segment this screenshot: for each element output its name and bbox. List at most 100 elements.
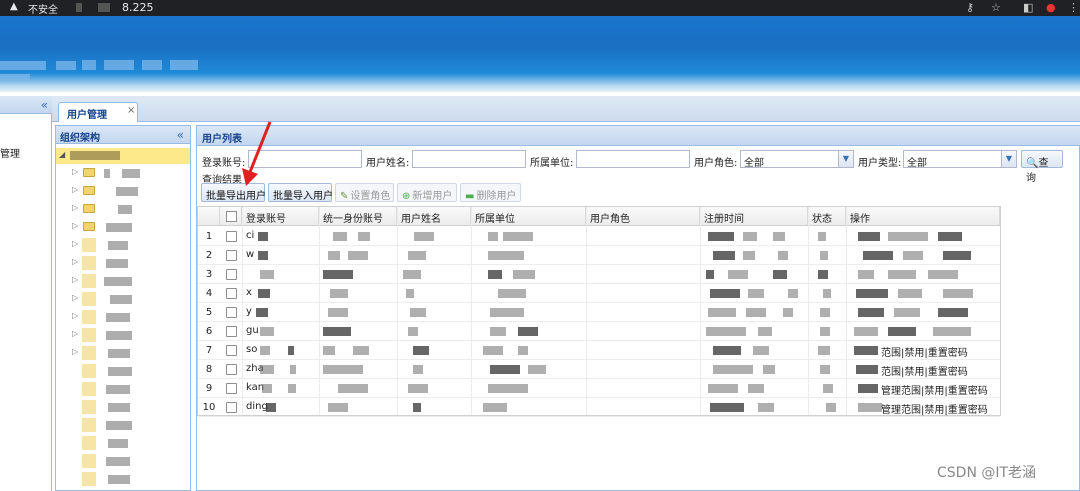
- tree-node[interactable]: [56, 362, 190, 380]
- chevron-down-icon[interactable]: ▼: [838, 151, 853, 167]
- tree-node[interactable]: [56, 452, 190, 470]
- table-row[interactable]: 9 kan 管理范围|禁用|重置密码: [198, 379, 1000, 398]
- row-checkbox[interactable]: [226, 364, 237, 375]
- add-user-label: 新增用户: [412, 191, 453, 202]
- type-select[interactable]: 全部 ▼: [903, 150, 1017, 169]
- tree-node[interactable]: ▷: [56, 182, 190, 200]
- tree-node[interactable]: ▷: [56, 254, 190, 272]
- redacted-text: [338, 384, 368, 393]
- expand-icon[interactable]: ▷: [72, 347, 78, 356]
- tree-node[interactable]: ▷: [56, 326, 190, 344]
- expand-icon[interactable]: ▷: [72, 275, 78, 284]
- tree-node[interactable]: [56, 416, 190, 434]
- expand-icon[interactable]: ▷: [72, 311, 78, 320]
- menu-icon[interactable]: ⋮: [1068, 1, 1079, 14]
- row-checkbox[interactable]: [226, 269, 237, 280]
- role-select[interactable]: 全部 ▼: [740, 150, 854, 169]
- row-checkbox[interactable]: [226, 231, 237, 242]
- tree-node[interactable]: [56, 380, 190, 398]
- tree-node[interactable]: [56, 470, 190, 488]
- tree-node[interactable]: [56, 398, 190, 416]
- redacted-text: [110, 295, 132, 304]
- tree-node[interactable]: ▷: [56, 344, 190, 362]
- row-actions[interactable]: 管理范围|禁用|重置密码: [881, 382, 988, 397]
- tree-node[interactable]: ▷: [56, 200, 190, 218]
- tree-node[interactable]: ▷: [56, 164, 190, 182]
- column-header[interactable]: 状态: [808, 207, 846, 226]
- expand-icon[interactable]: ▷: [72, 221, 78, 230]
- star-icon[interactable]: ☆: [991, 1, 1001, 14]
- expand-icon[interactable]: ▷: [72, 167, 78, 176]
- column-header[interactable]: 用户姓名: [397, 207, 471, 226]
- name-input[interactable]: [412, 150, 526, 168]
- folder-icon: [82, 472, 96, 486]
- redacted-text: [488, 384, 528, 393]
- expand-icon[interactable]: ▷: [72, 239, 78, 248]
- delete-user-button[interactable]: ▬ 删除用户: [460, 183, 521, 202]
- row-actions[interactable]: 范围|禁用|重置密码: [881, 344, 968, 359]
- chevron-down-icon[interactable]: ▼: [1001, 151, 1016, 167]
- account-cell: ding: [246, 401, 268, 412]
- table-row[interactable]: 1 ci: [198, 227, 1000, 246]
- tree-node[interactable]: ▷: [56, 236, 190, 254]
- tree-node[interactable]: ▷: [56, 218, 190, 236]
- tab-user-management[interactable]: 用户管理 ×: [58, 102, 138, 122]
- redacted-text: [260, 327, 274, 336]
- row-checkbox[interactable]: [226, 383, 237, 394]
- warning-icon[interactable]: ▲: [10, 1, 18, 12]
- tree-node[interactable]: ▷: [56, 308, 190, 326]
- expand-icon[interactable]: ▷: [72, 329, 78, 338]
- nav-item-management[interactable]: 管理: [0, 145, 20, 160]
- tree-node[interactable]: ▷: [56, 290, 190, 308]
- extension-icon[interactable]: ◧: [1023, 1, 1033, 14]
- tree-node[interactable]: ▷: [56, 272, 190, 290]
- address-bar-url[interactable]: 8.225: [122, 1, 154, 14]
- row-checkbox[interactable]: [226, 250, 237, 261]
- table-row[interactable]: 3: [198, 265, 1000, 284]
- add-user-button[interactable]: ⊕ 新增用户: [397, 183, 457, 202]
- expand-icon[interactable]: ▷: [72, 293, 78, 302]
- column-header[interactable]: 统一身份账号: [319, 207, 397, 226]
- expand-icon[interactable]: ▷: [72, 203, 78, 212]
- table-row[interactable]: 2w: [198, 246, 1000, 265]
- table-row[interactable]: 4x: [198, 284, 1000, 303]
- table-row[interactable]: 8 zha 范围|禁用|重置密码: [198, 360, 1000, 379]
- expand-icon[interactable]: ▷: [72, 257, 78, 266]
- row-checkbox[interactable]: [226, 402, 237, 413]
- expand-icon[interactable]: ▷: [72, 185, 78, 194]
- user-list-panel: 用户列表 登录账号: 用户姓名: 所属单位: 用户角色: 全部 ▼ 用户类型: …: [196, 125, 1080, 491]
- tree-node[interactable]: [56, 434, 190, 452]
- redacted-text: [728, 270, 748, 279]
- expand-icon[interactable]: ◢: [59, 150, 65, 159]
- table-row[interactable]: 7 so 范围|禁用|重置密码: [198, 341, 1000, 360]
- key-icon[interactable]: ⚷: [966, 1, 974, 14]
- redacted-text: [858, 232, 880, 241]
- column-header[interactable]: 操作: [846, 207, 1000, 226]
- column-header[interactable]: 所属单位: [471, 207, 586, 226]
- close-icon[interactable]: ×: [127, 105, 135, 116]
- redacted-text: [266, 403, 276, 412]
- select-all-checkbox[interactable]: [226, 211, 237, 222]
- column-header[interactable]: 注册时间: [700, 207, 808, 226]
- tree-root-node[interactable]: ◢: [56, 148, 190, 164]
- column-header[interactable]: 登录账号: [242, 207, 319, 226]
- redacted-text: [108, 403, 130, 412]
- row-actions[interactable]: 范围|禁用|重置密码: [881, 363, 968, 378]
- row-checkbox[interactable]: [226, 288, 237, 299]
- column-header[interactable]: 用户角色: [586, 207, 700, 226]
- extension-badge-icon[interactable]: ●: [1046, 1, 1056, 14]
- collapse-icon[interactable]: «: [41, 98, 48, 112]
- insecure-label[interactable]: 不安全: [28, 1, 58, 16]
- row-checkbox[interactable]: [226, 326, 237, 337]
- set-role-button[interactable]: ✎ 设置角色: [335, 183, 394, 202]
- row-checkbox[interactable]: [226, 345, 237, 356]
- table-row[interactable]: 5y: [198, 303, 1000, 322]
- table-row[interactable]: 6 gu: [198, 322, 1000, 341]
- unit-input[interactable]: [576, 150, 690, 168]
- row-actions[interactable]: 管理范围|禁用|重置密码: [881, 401, 988, 416]
- batch-import-button[interactable]: 批量导入用户: [268, 183, 333, 202]
- row-checkbox[interactable]: [226, 307, 237, 318]
- table-row[interactable]: 10 ding 管理范围|禁用|重置密码: [198, 398, 1000, 417]
- query-button[interactable]: 🔍查询: [1021, 150, 1063, 184]
- collapse-icon[interactable]: «: [177, 128, 184, 142]
